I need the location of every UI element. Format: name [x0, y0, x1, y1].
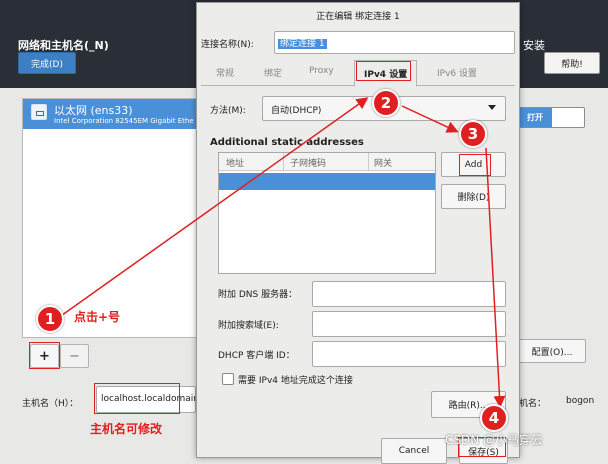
arrow-step2-to-add	[401, 105, 459, 133]
step-4-badge: 4	[480, 404, 508, 432]
hostname-note: 主机名可修改	[90, 422, 163, 436]
watermark: CSDN @小马穿云	[445, 433, 544, 447]
step-1-badge: 1	[36, 305, 64, 333]
step-2-badge: 2	[372, 89, 400, 117]
step-3-badge: 3	[459, 120, 487, 148]
arrow-step3-to-save	[485, 147, 506, 408]
step-1-note: 点击+号	[74, 310, 121, 324]
annotation-arrows	[57, 97, 506, 408]
arrow-step1-to-ipv4-tab	[57, 97, 369, 319]
